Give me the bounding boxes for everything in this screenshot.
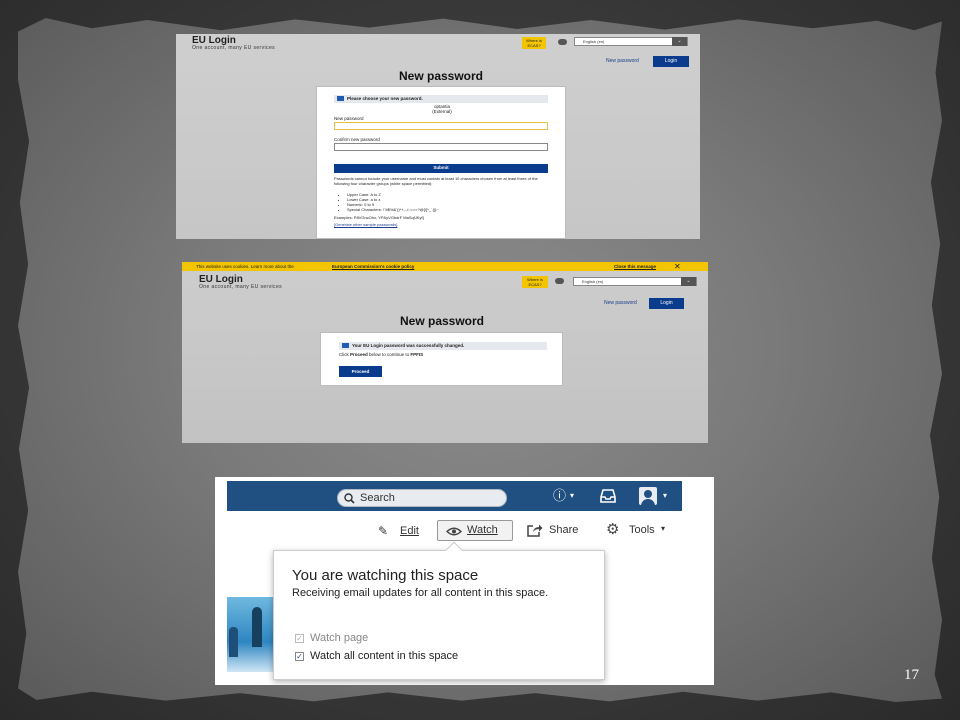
success-card: Your EU Login password was successfully … <box>320 332 563 386</box>
ecas-badge[interactable]: Where is ECAS? <box>522 37 546 49</box>
chevron-down-icon: ▾ <box>663 491 668 500</box>
continue-text: Click Proceed below to continue to FPFIS <box>339 352 423 358</box>
ecas-badge[interactable]: Where is ECAS? <box>522 276 548 288</box>
watch-page-checkbox[interactable]: ✓ <box>295 634 304 643</box>
watch-all-checkbox[interactable]: ✓ <box>295 652 304 661</box>
close-icon[interactable]: ✕ <box>674 262 681 271</box>
message-text: Please choose your new password. <box>347 96 423 101</box>
continue-bold: Proceed <box>350 352 368 357</box>
popup-arrow <box>445 541 463 559</box>
chevron-down-icon: ⌄ <box>681 277 696 286</box>
watch-all-label: Watch all content in this space <box>310 650 459 662</box>
search-input[interactable]: Search <box>337 489 507 507</box>
language-value: English (en) <box>582 279 604 284</box>
screenshot-new-password-form: EU Login One account, many EU services W… <box>176 34 700 239</box>
user-type: (External) <box>432 109 452 114</box>
message-text: Your EU Login password was successfully … <box>352 343 465 348</box>
page-title: New password <box>398 69 484 83</box>
login-button[interactable]: Login <box>649 298 684 309</box>
language-select[interactable]: English (en) ⌄ <box>573 277 697 286</box>
avatar[interactable] <box>639 487 657 505</box>
new-password-field[interactable] <box>334 122 548 130</box>
password-rules-intro: Passwords cannot include your username a… <box>334 176 538 186</box>
language-select[interactable]: English (en) ⌄ <box>574 37 688 46</box>
brand-subtitle: One account, many EU services <box>199 284 283 290</box>
contrast-toggle-icon[interactable] <box>555 278 564 284</box>
gear-icon: ⚙ <box>606 521 620 538</box>
login-button[interactable]: Login <box>653 56 689 67</box>
slide-page-number: 17 <box>904 667 919 683</box>
search-icon <box>344 493 355 504</box>
generate-passwords-link[interactable]: [Generate other sample passwords] <box>334 222 397 228</box>
screenshot-watch-space: Search ⓘ ▾ ▾ ✎ Edit Watch Share ⚙ Tools … <box>215 477 714 685</box>
password-examples: Examples: P8VGncOhx, YP&yVGbdrF MaSqfJKy… <box>334 215 424 220</box>
share-button[interactable]: Share <box>549 524 578 536</box>
people-image <box>227 597 277 672</box>
tools-button[interactable]: Tools <box>629 524 655 536</box>
cookie-policy-link[interactable]: European Commission's cookie policy <box>332 262 414 271</box>
share-icon <box>527 524 543 537</box>
edit-button[interactable]: Edit <box>400 524 419 538</box>
flag-icon <box>337 96 344 101</box>
new-password-link[interactable]: New password <box>606 58 639 64</box>
password-rules-list: Upper Case: A to Z Lower Case: a to z Nu… <box>347 192 547 212</box>
continue-suffix: below to continue to <box>369 352 410 357</box>
screenshot-password-changed: This website uses cookies. Learn more ab… <box>182 262 708 443</box>
popup-description: Receiving email updates for all content … <box>292 587 549 599</box>
continue-target: FPFIS <box>410 352 424 357</box>
password-card: Please choose your new password. optanti… <box>316 86 566 239</box>
help-icon[interactable]: ⓘ <box>553 481 566 511</box>
search-placeholder: Search <box>360 492 395 504</box>
slide: EU Login One account, many EU services W… <box>0 0 960 720</box>
chevron-down-icon: ▾ <box>661 524 666 533</box>
proceed-button[interactable]: Proceed <box>339 366 382 377</box>
submit-button[interactable]: Submit <box>334 164 548 173</box>
chevron-down-icon: ⌄ <box>672 37 687 46</box>
new-password-link[interactable]: New password <box>604 300 637 306</box>
watch-button[interactable]: Watch <box>437 520 513 541</box>
page-title: New password <box>399 314 485 328</box>
popup-title: You are watching this space <box>292 567 479 584</box>
watch-page-label: Watch page <box>310 632 369 644</box>
language-value: English (en) <box>583 39 605 44</box>
message-bar: Your EU Login password was successfully … <box>339 342 547 350</box>
watch-popup: You are watching this space Receiving em… <box>273 541 605 680</box>
watch-label: Watch <box>467 524 498 536</box>
pencil-icon: ✎ <box>378 524 389 538</box>
inbox-icon[interactable] <box>600 489 616 503</box>
flag-icon <box>342 343 349 348</box>
eye-icon <box>446 527 462 536</box>
rule-item: Special Characters: !"#$%&'()*+,-./:;<=>… <box>347 207 547 212</box>
close-cookie-link[interactable]: Close this message <box>614 262 656 271</box>
contrast-toggle-icon[interactable] <box>558 39 567 45</box>
cookie-text: This website uses cookies. Learn more ab… <box>196 264 294 269</box>
message-bar: Please choose your new password. <box>334 95 548 103</box>
cookie-banner: This website uses cookies. Learn more ab… <box>182 262 708 271</box>
brand-subtitle: One account, many EU services <box>192 45 276 51</box>
continue-prefix: Click <box>339 352 349 357</box>
chevron-down-icon: ▾ <box>570 491 575 500</box>
top-navigation-bar: Search ⓘ ▾ ▾ <box>227 481 682 511</box>
confirm-password-field[interactable] <box>334 143 548 151</box>
